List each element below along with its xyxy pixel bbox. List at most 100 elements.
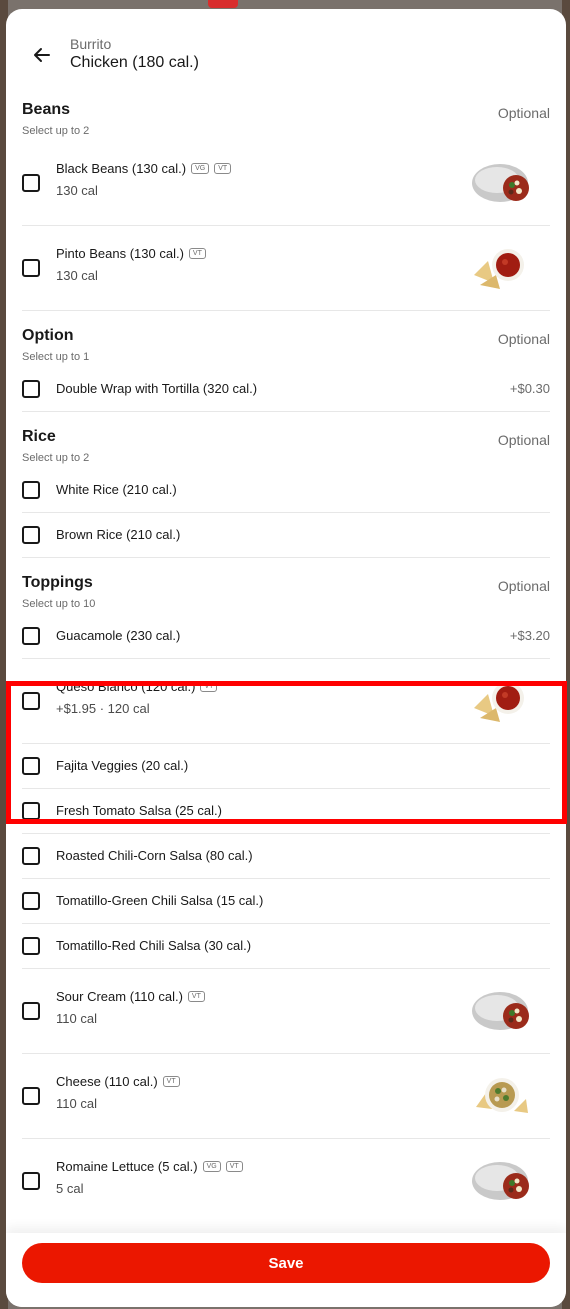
option-label: Queso Blanco (120 cal.): [56, 679, 196, 694]
option-row-double-wrap-with-tortilla[interactable]: Double Wrap with Tortilla (320 cal.) +$0.…: [22, 367, 550, 412]
option-subtext: 5 cal: [56, 1181, 84, 1196]
option-label-wrap: Tomatillo-Red Chili Salsa (30 cal.): [56, 938, 251, 953]
option-row-sour-cream[interactable]: Sour Cream (110 cal.) VT 110 cal: [22, 969, 550, 1054]
option-row-tomatillo-red-chili-salsa[interactable]: Tomatillo-Red Chili Salsa (30 cal.): [22, 924, 550, 969]
diet-tag-vg: VG: [191, 163, 210, 174]
option-price: +$0.30: [509, 381, 550, 396]
option-row-fajita-veggies[interactable]: Fajita Veggies (20 cal.): [22, 744, 550, 789]
checkbox[interactable]: [22, 526, 40, 544]
option-label-wrap: Cheese (110 cal.) VT: [56, 1074, 180, 1089]
option-label: Tomatillo-Red Chili Salsa (30 cal.): [56, 938, 252, 953]
option-row-pinto-beans[interactable]: Pinto Beans (130 cal.) VT 130 cal: [22, 226, 550, 311]
item-title: Chicken (180 cal.): [70, 54, 199, 71]
diet-tag-vt: VT: [187, 991, 205, 1002]
option-label-wrap: Fresh Tomato Salsa (25 cal.): [56, 803, 222, 818]
arrow-left-icon: [34, 48, 50, 62]
option-row-romaine-lettuce[interactable]: Romaine Lettuce (5 cal.) VG VT 5 cal: [22, 1139, 550, 1224]
option-subtext: +$1.95 · 120 cal: [56, 701, 150, 716]
option-label: Pinto Beans (130 cal.): [56, 246, 184, 261]
optional-label: Optional: [497, 105, 550, 121]
section-hint: Select up to 10: [22, 598, 96, 610]
checkbox[interactable]: [22, 892, 40, 910]
section-title: Beans: [22, 101, 71, 118]
option-label: Guacamole (230 cal.): [56, 628, 181, 643]
optional-label: Optional: [497, 432, 550, 448]
option-label: Brown Rice (210 cal.): [56, 527, 181, 542]
checkbox[interactable]: [22, 692, 40, 710]
burrito-thumbnail: [470, 984, 532, 1036]
modal-header: Burrito Chicken (180 cal.): [6, 9, 566, 95]
option-label-wrap: Roasted Chili-Corn Salsa (80 cal.): [56, 848, 253, 863]
option-row-roasted-chili-corn-salsa[interactable]: Roasted Chili-Corn Salsa (80 cal.): [22, 834, 550, 879]
section-header-option: Option Select up to 1 Optional: [22, 321, 550, 367]
section-header-rice: Rice Select up to 2 Optional: [22, 422, 550, 468]
item-options-modal: Burrito Chicken (180 cal.) Beans Select u…: [6, 9, 566, 1307]
checkbox[interactable]: [22, 1087, 40, 1105]
checkbox[interactable]: [22, 1172, 40, 1190]
option-label-wrap: Fajita Veggies (20 cal.): [56, 758, 188, 773]
option-label: Fajita Veggies (20 cal.): [56, 758, 189, 773]
optional-label: Optional: [497, 578, 550, 594]
section-title: Toppings: [22, 574, 93, 591]
bowl-thumbnail: [470, 1069, 532, 1121]
checkbox[interactable]: [22, 627, 40, 645]
option-label-wrap: White Rice (210 cal.): [56, 482, 177, 497]
option-label: Sour Cream (110 cal.): [56, 989, 183, 1004]
option-row-queso-blanco[interactable]: Queso Blanco (120 cal.) VT +$1.95 · 120 ca…: [22, 659, 550, 744]
modal-footer: Save: [6, 1233, 566, 1307]
checkbox[interactable]: [22, 937, 40, 955]
option-label-wrap: Pinto Beans (130 cal.) VT: [56, 246, 206, 261]
option-label-wrap: Romaine Lettuce (5 cal.) VG VT: [56, 1159, 243, 1174]
option-price: +$3.20: [509, 628, 550, 643]
option-subtext: 110 cal: [56, 1096, 97, 1111]
option-label: Black Beans (130 cal.): [56, 161, 187, 176]
option-subtext: 130 cal: [56, 268, 98, 283]
checkbox[interactable]: [22, 757, 40, 775]
option-label-wrap: Black Beans (130 cal.) VG VT: [56, 161, 232, 176]
diet-tag-vg: VG: [202, 1161, 221, 1172]
option-label: Fresh Tomato Salsa (25 cal.): [56, 803, 222, 818]
salsa-thumbnail: [470, 241, 532, 293]
option-label: Romaine Lettuce (5 cal.): [56, 1159, 198, 1174]
option-row-white-rice[interactable]: White Rice (210 cal.): [22, 468, 550, 513]
option-label-wrap: Brown Rice (210 cal.): [56, 527, 180, 542]
burrito-thumbnail: [470, 156, 532, 208]
option-label: White Rice (210 cal.): [56, 482, 177, 497]
option-row-guacamole[interactable]: Guacamole (230 cal.) +$3.20: [22, 614, 550, 659]
option-label: Cheese (110 cal.): [56, 1074, 158, 1089]
save-button[interactable]: Save: [22, 1243, 550, 1283]
section-header-beans: Beans Select up to 2 Optional: [22, 95, 550, 141]
option-row-tomatillo-green-chili-salsa[interactable]: Tomatillo-Green Chili Salsa (15 cal.): [22, 879, 550, 924]
section-title: Option: [22, 327, 74, 344]
section-title: Rice: [22, 428, 56, 445]
option-label-wrap: Guacamole (230 cal.): [56, 628, 180, 643]
diet-tag-vt: VT: [162, 1076, 180, 1087]
backdrop-tab: [208, 0, 238, 8]
optional-label: Optional: [497, 331, 550, 347]
item-category: Burrito: [70, 36, 112, 52]
checkbox[interactable]: [22, 174, 40, 192]
checkbox[interactable]: [22, 802, 40, 820]
diet-tag-vt: VT: [225, 1161, 243, 1172]
salsa-thumbnail: [470, 674, 532, 726]
back-button[interactable]: [26, 39, 58, 71]
option-label-wrap: Double Wrap with Tortilla (320 cal.): [56, 381, 257, 396]
option-row-black-beans[interactable]: Black Beans (130 cal.) VG VT 130 cal: [22, 141, 550, 226]
option-label: Double Wrap with Tortilla (320 cal.): [56, 381, 258, 396]
burrito-thumbnail: [470, 1154, 532, 1206]
option-row-brown-rice[interactable]: Brown Rice (210 cal.): [22, 513, 550, 558]
checkbox[interactable]: [22, 259, 40, 277]
checkbox[interactable]: [22, 481, 40, 499]
checkbox[interactable]: [22, 380, 40, 398]
option-row-fresh-tomato-salsa[interactable]: Fresh Tomato Salsa (25 cal.): [22, 789, 550, 834]
checkbox[interactable]: [22, 847, 40, 865]
option-row-cheese[interactable]: Cheese (110 cal.) VT 110 cal: [22, 1054, 550, 1139]
option-label-wrap: Tomatillo-Green Chili Salsa (15 cal.): [56, 893, 263, 908]
option-label-wrap: Queso Blanco (120 cal.) VT: [56, 679, 218, 694]
checkbox[interactable]: [22, 1002, 40, 1020]
option-label-wrap: Sour Cream (110 cal.) VT: [56, 989, 205, 1004]
options-list: Beans Select up to 2 Optional Black Beans (…: [22, 95, 550, 1224]
